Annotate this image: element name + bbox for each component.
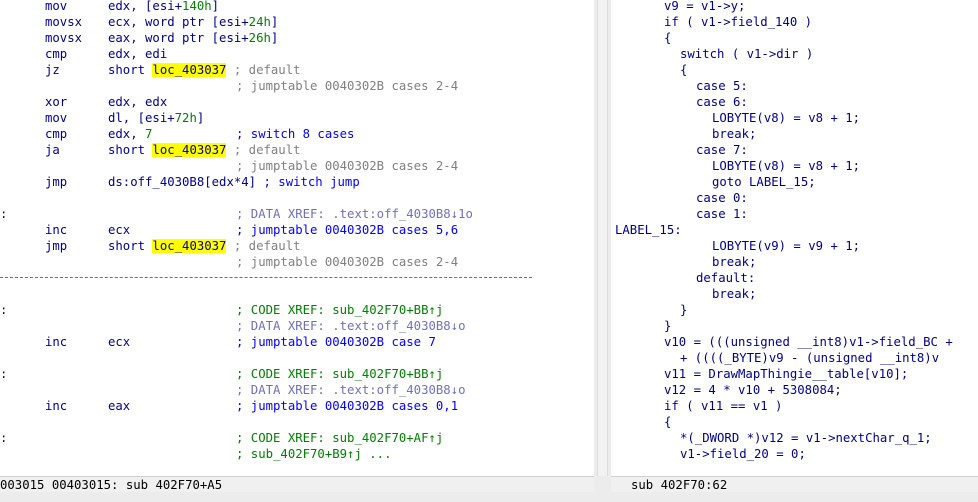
data-xref[interactable]: ; DATA XREF: .text:off_4030B8↓o — [236, 382, 466, 398]
asm-mnemonic: jmp — [45, 239, 68, 253]
pseudo-line[interactable]: case 5: — [696, 78, 748, 94]
pseudo-line[interactable]: default: — [696, 270, 755, 286]
pane-splitter[interactable] — [594, 0, 611, 502]
asm-mnemonic: jmp — [45, 175, 68, 189]
pseudo-line[interactable]: v9 = v1->y; — [664, 0, 745, 14]
asm-mnemonic: mov — [45, 111, 68, 125]
code-xref[interactable]: ; CODE XREF: sub_402F70+BB↑j — [236, 302, 443, 318]
pseudo-line[interactable]: v12 = 4 * v10 + 5308084; — [664, 382, 842, 398]
asm-operand: short loc_403037 ; default — [108, 143, 301, 157]
pseudo-line[interactable]: v1->field_20 = 0; — [680, 446, 806, 462]
pseudo-line[interactable]: if ( v1->field_140 ) — [664, 14, 812, 30]
pseudo-line[interactable]: if ( v11 == v1 ) — [664, 398, 782, 414]
pseudo-line[interactable]: break; — [712, 286, 756, 302]
asm-comment: ; jumptable 0040302B cases 2-4 — [236, 79, 459, 93]
asm-mnemonic: movsx — [45, 31, 83, 45]
disassembly-status-bar: 003015 00403015: sub 402F70+A5 — [0, 476, 594, 493]
asm-mnemonic: cmp — [45, 127, 68, 141]
asm-mnemonic: movsx — [45, 15, 83, 29]
asm-comment: ; jumptable 0040302B cases 2-4 — [236, 255, 459, 269]
pseudo-line[interactable]: break; — [712, 254, 756, 270]
asm-operand: edx, edi — [108, 47, 168, 61]
asm-operand: edx, edx — [108, 95, 168, 109]
pseudo-line[interactable]: switch ( v1->dir ) — [680, 46, 813, 62]
label-link[interactable]: loc_403037 — [152, 63, 227, 77]
label-link[interactable]: loc_403037 — [152, 239, 227, 253]
pseudo-line[interactable]: { — [680, 62, 687, 78]
disassembly-view[interactable]: mov edx, [esi+140h] movsx ecx, word ptr [e… — [0, 0, 594, 476]
left-vertical-scrollbar[interactable] — [597, 0, 608, 476]
asm-operand: eax, word ptr [esi+26h] — [108, 31, 279, 45]
pseudo-line[interactable]: break; — [712, 126, 756, 142]
pseudo-line[interactable]: } — [680, 302, 687, 318]
left-horizontal-scrollbar[interactable] — [0, 492, 594, 502]
asm-operand: ecx — [108, 223, 131, 237]
pseudo-line[interactable]: case 7: — [696, 142, 748, 158]
data-xref[interactable]: ; DATA XREF: .text:off_4030B8↓1o — [236, 206, 473, 222]
code-xref[interactable]: ; sub_402F70+B9↑j ... — [236, 446, 391, 462]
pseudo-line[interactable]: { — [664, 30, 671, 46]
pseudocode-view[interactable]: v9 = v1->y; if ( v1->field_140 ) { switc… — [611, 0, 978, 476]
asm-mnemonic: cmp — [45, 47, 68, 61]
pseudo-line[interactable]: v10 = (((unsigned __int8)v1->field_BC + — [664, 334, 953, 350]
asm-comment: ; switch 8 cases — [236, 127, 355, 141]
pseudo-line[interactable]: { — [664, 414, 671, 430]
asm-operand: eax — [108, 399, 131, 413]
asm-operand: edx, 7 — [108, 127, 153, 141]
label-link[interactable]: loc_403037 — [152, 143, 227, 157]
asm-mnemonic: xor — [45, 95, 68, 109]
asm-mnemonic: jz — [45, 63, 60, 77]
asm-mnemonic: inc — [45, 399, 68, 413]
code-xref[interactable]: ; CODE XREF: sub_402F70+BB↑j — [236, 366, 443, 382]
asm-comment: ; jumptable 0040302B cases 5,6 — [236, 223, 459, 237]
pseudo-line[interactable]: LOBYTE(v8) = v8 + 1; — [712, 158, 860, 174]
asm-operand: ecx, word ptr [esi+24h] — [108, 15, 279, 29]
pseudo-line[interactable]: LOBYTE(v8) = v8 + 1; — [712, 110, 860, 126]
asm-operand: short loc_403037 ; default — [108, 63, 301, 77]
pseudo-line[interactable]: + ((((_BYTE)v9 - (unsigned __int8)v — [680, 350, 939, 366]
right-horizontal-scrollbar[interactable] — [611, 492, 978, 502]
asm-operand: short loc_403037 ; default — [108, 239, 301, 253]
pseudo-line[interactable]: *(_DWORD *)v12 = v1->nextChar_q_1; — [680, 430, 932, 446]
asm-mnemonic: mov — [45, 0, 68, 13]
asm-comment: ; jumptable 0040302B cases 2-4 — [236, 159, 459, 173]
pseudo-line[interactable]: case 6: — [696, 94, 748, 110]
asm-comment: ; jumptable 0040302B cases 0,1 — [236, 399, 459, 413]
pseudo-line[interactable]: case 0: — [696, 190, 748, 206]
pseudo-line[interactable]: LOBYTE(v9) = v9 + 1; — [712, 238, 860, 254]
pseudo-label[interactable]: LABEL_15: — [615, 222, 682, 238]
pseudo-line[interactable]: v11 = DrawMapThingie__table[v10]; — [664, 366, 908, 382]
asm-operand: dl, [esi+72h] — [108, 111, 205, 125]
asm-operand: edx, [esi+140h] — [108, 0, 220, 13]
data-xref[interactable]: ; DATA XREF: .text:off_4030B8↓o — [236, 318, 466, 334]
pseudo-line[interactable]: goto LABEL_15; — [712, 174, 816, 190]
asm-comment: ; jumptable 0040302B case 7 — [236, 335, 436, 349]
asm-operand: ecx — [108, 335, 131, 349]
code-xref[interactable]: ; CODE XREF: sub_402F70+AF↑j — [236, 430, 443, 446]
pseudo-line[interactable]: } — [664, 318, 671, 334]
pseudo-line[interactable]: case 1: — [696, 206, 748, 222]
asm-operand: ds:off_4030B8[edx*4] ; switch jump — [108, 175, 360, 189]
asm-mnemonic: inc — [45, 335, 68, 349]
asm-mnemonic: ja — [45, 143, 60, 157]
asm-mnemonic: inc — [45, 223, 68, 237]
function-separator — [0, 277, 532, 278]
pseudocode-status-bar: sub 402F70:62 — [611, 476, 978, 492]
